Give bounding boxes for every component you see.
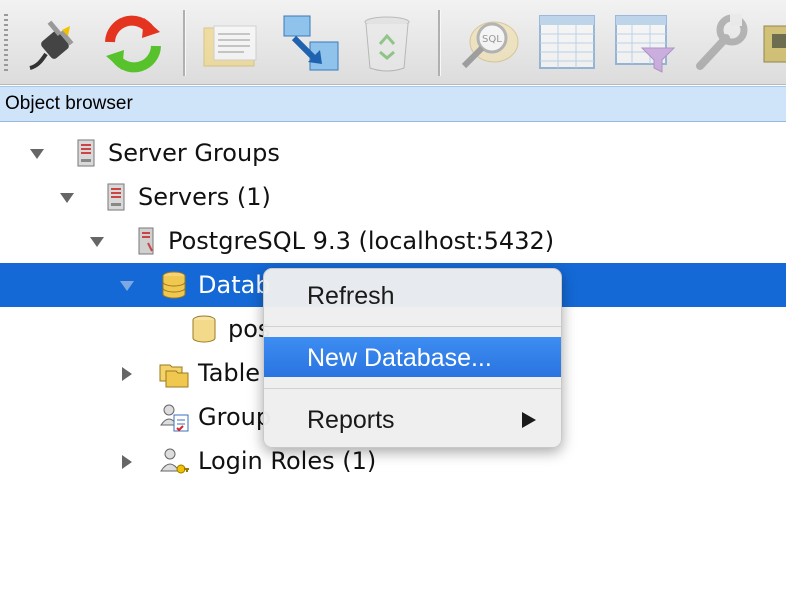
- toolbar-separator: [438, 10, 441, 76]
- tablespaces-icon: [159, 364, 189, 388]
- tree-item-label: Servers (1): [138, 183, 271, 211]
- context-menu: Refresh New Database... Reports: [263, 268, 562, 448]
- tree-item-label: Datab: [198, 271, 271, 299]
- expanded-arrow-icon[interactable]: [118, 277, 136, 295]
- menu-item-label: Refresh: [307, 282, 395, 310]
- tree-item-label: Login Roles (1): [198, 447, 377, 475]
- tree-item-label: Group: [198, 403, 272, 431]
- server-group-icon: [77, 139, 95, 167]
- connect-plug-icon[interactable]: [22, 8, 92, 78]
- submenu-arrow-icon: [522, 412, 536, 428]
- databases-icon: [162, 271, 186, 299]
- tree-item-label: Table: [198, 359, 261, 387]
- tree-item-servers[interactable]: Servers (1): [0, 175, 786, 219]
- database-icon: [192, 315, 216, 343]
- servers-icon: [107, 183, 125, 211]
- object-browser-header: Object browser: [0, 86, 786, 122]
- tree-item-server-groups[interactable]: Server Groups: [0, 131, 786, 175]
- main-toolbar: SQL: [0, 0, 786, 85]
- menu-separator: [264, 326, 561, 327]
- expanded-arrow-icon[interactable]: [88, 233, 106, 251]
- filtered-data-icon[interactable]: [608, 8, 678, 78]
- menu-item-label: New Database...: [307, 344, 492, 372]
- menu-item-label: Reports: [307, 406, 395, 434]
- server-icon: [138, 227, 154, 255]
- toolbar-grip[interactable]: [4, 14, 8, 74]
- login-roles-icon: [160, 448, 189, 474]
- group-roles-icon: [160, 404, 189, 432]
- create-object-icon[interactable]: [276, 8, 346, 78]
- view-data-icon[interactable]: [532, 8, 602, 78]
- expanded-arrow-icon[interactable]: [58, 189, 76, 207]
- menu-item-reports[interactable]: Reports: [264, 399, 561, 439]
- refresh-icon[interactable]: [98, 8, 168, 78]
- collapsed-arrow-icon[interactable]: [118, 453, 136, 471]
- collapsed-arrow-icon[interactable]: [118, 365, 136, 383]
- menu-separator: [264, 388, 561, 389]
- menu-item-refresh[interactable]: Refresh: [264, 275, 561, 315]
- expanded-arrow-icon[interactable]: [28, 145, 46, 163]
- toolbar-separator: [183, 10, 186, 76]
- sql-query-icon[interactable]: SQL: [454, 8, 524, 78]
- panel-title: Object browser: [5, 93, 133, 114]
- tree-item-label: PostgreSQL 9.3 (localhost:5432): [168, 227, 555, 255]
- tools-wrench-icon[interactable]: [686, 8, 756, 78]
- plugin-icon[interactable]: [758, 8, 786, 78]
- menu-item-new-database[interactable]: New Database...: [264, 337, 561, 377]
- svg-text:SQL: SQL: [482, 34, 502, 45]
- tree-item-postgresql-server[interactable]: PostgreSQL 9.3 (localhost:5432): [0, 219, 786, 263]
- properties-folder-icon[interactable]: [198, 8, 268, 78]
- delete-trash-icon[interactable]: [354, 8, 424, 78]
- tree-item-label: Server Groups: [108, 139, 280, 167]
